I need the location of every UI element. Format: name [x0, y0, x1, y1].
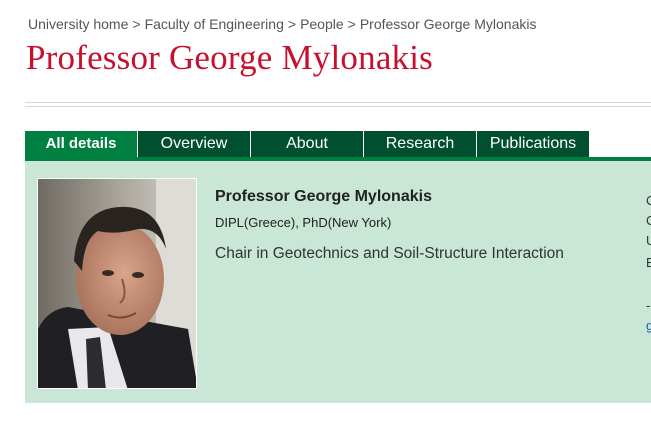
tab-all-details[interactable]: All details	[25, 131, 138, 157]
tab-research[interactable]: Research	[364, 131, 477, 157]
breadcrumb-current: Professor George Mylonakis	[359, 16, 537, 32]
profile-tabs: All details Overview About Research Publ…	[25, 131, 590, 157]
breadcrumb-faculty[interactable]: Faculty of Engineering	[145, 16, 284, 32]
profile-photo	[37, 178, 197, 389]
breadcrumb: University home > Faculty of Engineering > P…	[28, 16, 536, 32]
contact-line-clipped: C	[646, 213, 651, 228]
profile-qualifications: DIPL(Greece), PhD(New York)	[215, 215, 392, 230]
tab-about[interactable]: About	[251, 131, 364, 157]
page-title: Professor George Mylonakis	[26, 38, 433, 77]
contact-dash-clipped: -	[646, 298, 651, 313]
breadcrumb-university-home[interactable]: University home	[28, 16, 128, 32]
breadcrumb-separator: >	[287, 16, 297, 32]
divider	[25, 106, 651, 107]
breadcrumb-people[interactable]: People	[300, 16, 344, 32]
contact-link-clipped[interactable]: g	[646, 318, 651, 333]
divider	[25, 102, 651, 103]
profile-role: Chair in Geotechnics and Soil-Structure …	[215, 245, 564, 262]
breadcrumb-separator: >	[347, 16, 356, 32]
profile-page: University home > Faculty of Engineering > P…	[0, 0, 651, 433]
contact-line-clipped: E	[646, 255, 651, 270]
tab-publications[interactable]: Publications	[477, 131, 590, 157]
tab-overview[interactable]: Overview	[138, 131, 251, 157]
contact-line-clipped: C	[646, 193, 651, 208]
profile-name: Professor George Mylonakis	[215, 188, 432, 205]
contact-line-clipped: U	[646, 233, 651, 248]
breadcrumb-separator: >	[132, 16, 141, 32]
